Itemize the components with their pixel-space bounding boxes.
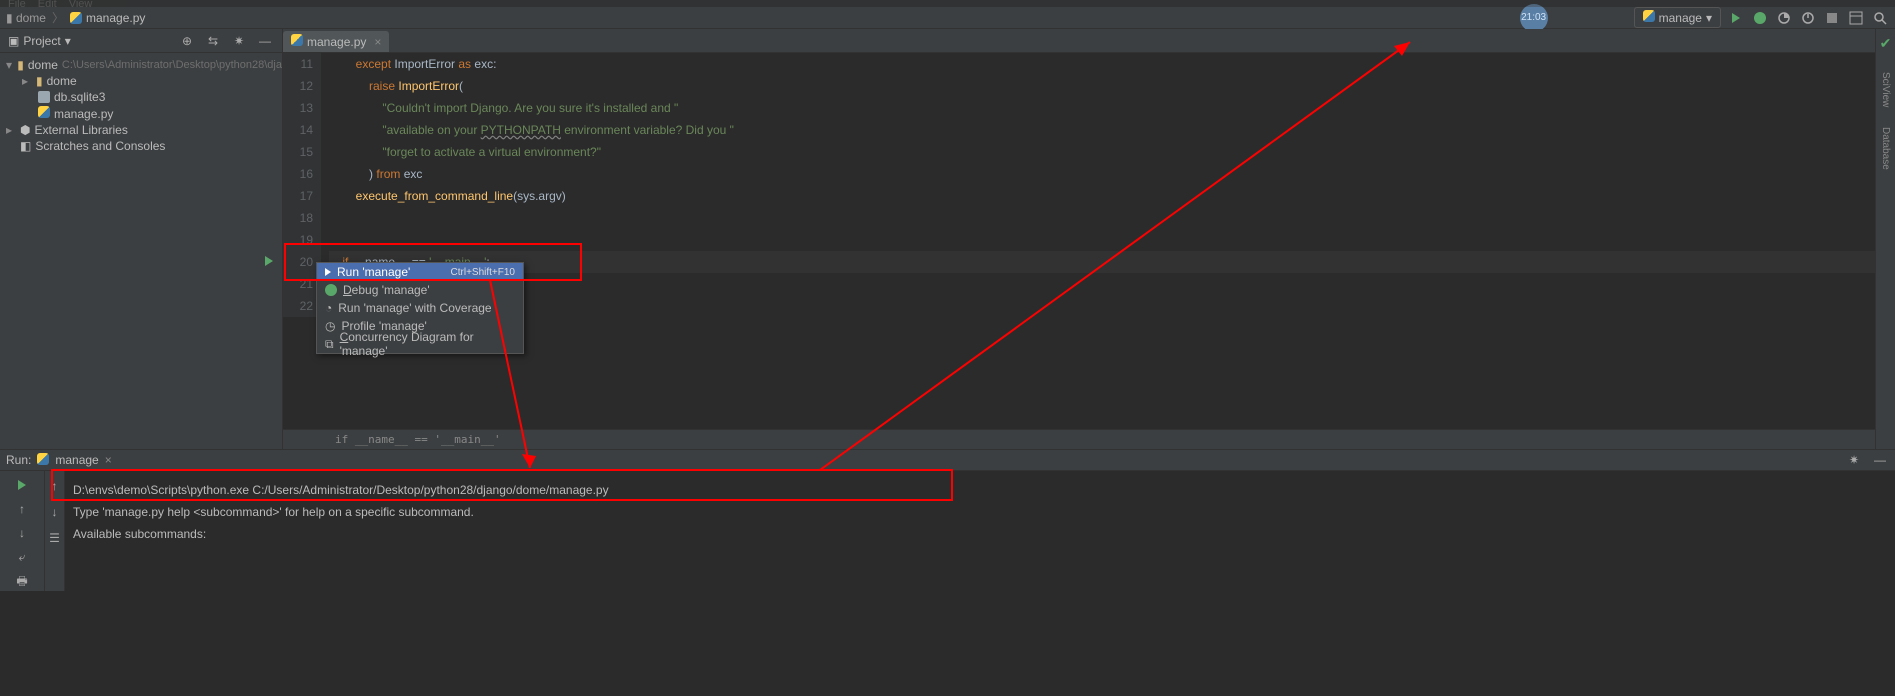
soft-wrap-icon[interactable]: ⤶ <box>13 549 31 565</box>
project-tree[interactable]: ▾▮ dome C:\Users\Administrator\Desktop\p… <box>0 53 282 158</box>
run-button[interactable] <box>1727 9 1745 27</box>
print-icon[interactable]: 🖶 <box>13 573 31 591</box>
hide-icon[interactable]: — <box>1871 451 1889 469</box>
tree-folder[interactable]: ▸▮ dome <box>0 73 282 89</box>
main-split: ▣ Project ▾ ⊕ ⇆ ✷ — ▾▮ dome C:\Users\Adm… <box>0 29 1895 449</box>
run-gutter-icon[interactable] <box>265 251 273 273</box>
layout-button[interactable] <box>1847 9 1865 27</box>
stop-button[interactable] <box>1823 9 1841 27</box>
hide-icon[interactable]: — <box>256 32 274 50</box>
python-icon <box>38 106 50 121</box>
run-with-coverage-button[interactable] <box>1775 9 1793 27</box>
chevron-down-icon[interactable]: ▾ <box>65 34 71 48</box>
up-icon[interactable]: ↑ <box>46 477 64 495</box>
python-icon <box>1643 10 1655 25</box>
debug-button[interactable] <box>1751 9 1769 27</box>
run-toolbar-2: ↑ ↓ ☰ <box>45 471 65 591</box>
run-toolwindow-header: Run: manage × ✷ — <box>0 449 1895 471</box>
gear-icon[interactable]: ✷ <box>230 32 248 50</box>
library-icon: ⬢ <box>20 123 30 137</box>
scroll-up-icon[interactable]: ↑ <box>13 501 31 517</box>
project-sidebar: ▣ Project ▾ ⊕ ⇆ ✷ — ▾▮ dome C:\Users\Adm… <box>0 29 283 449</box>
run-toolwindow: ↑ ↓ ⤶ 🖶 ↑ ↓ ☰ D:\envs\demo\Scripts\pytho… <box>0 471 1895 591</box>
breadcrumb-file[interactable]: manage.py <box>70 11 145 25</box>
tree-root[interactable]: ▾▮ dome C:\Users\Administrator\Desktop\p… <box>0 57 282 73</box>
diagram-icon: ⧉ <box>325 337 334 352</box>
run-icon <box>325 268 331 276</box>
tree-external-libs[interactable]: ▸⬢ External Libraries <box>0 122 282 138</box>
database-icon <box>38 91 50 103</box>
breadcrumb-root[interactable]: ▮ dome <box>6 11 46 25</box>
console-line: Type 'manage.py help <subcommand>' for h… <box>73 501 1895 523</box>
right-tool-rail: ✔ SciView Database <box>1875 29 1895 449</box>
run-config-selector[interactable]: manage ▾ <box>1634 7 1721 28</box>
ctx-debug[interactable]: Debug 'manage' <box>317 281 523 299</box>
close-icon[interactable]: × <box>105 453 112 467</box>
profile-icon: ◷ <box>325 319 335 333</box>
python-icon <box>291 34 303 49</box>
clock-widget[interactable]: 21:03 <box>1520 4 1548 32</box>
editor-tabs[interactable]: manage.py × <box>283 29 1895 53</box>
scroll-down-icon[interactable]: ↓ <box>13 525 31 541</box>
run-tab-label[interactable]: manage <box>55 453 98 467</box>
menu-item[interactable]: File <box>8 0 26 7</box>
console-line: Available subcommands: <box>73 523 1895 545</box>
console-line: D:\envs\demo\Scripts\python.exe C:/Users… <box>73 479 1895 501</box>
run-config-label: manage <box>1659 11 1702 25</box>
console-output[interactable]: D:\envs\demo\Scripts\python.exe C:/Users… <box>65 471 1895 591</box>
rerun-button[interactable] <box>13 477 31 493</box>
coverage-icon: ◔ <box>325 301 332 315</box>
scratch-icon: ◧ <box>20 139 31 153</box>
breadcrumb[interactable]: ▮ dome 〉 manage.py <box>6 9 145 26</box>
editor-breadcrumb[interactable]: if __name__ == '__main__' <box>283 429 1895 449</box>
editor-area: manage.py × 111213141516171819202122 exc… <box>283 29 1895 449</box>
ctx-run[interactable]: Run 'manage' Ctrl+Shift+F10 <box>317 263 523 281</box>
menu-item[interactable]: View <box>69 0 93 7</box>
search-everywhere-button[interactable] <box>1871 9 1889 27</box>
code-content[interactable]: except ImportError as exc: raise ImportE… <box>321 53 1895 317</box>
sidebar-title[interactable]: Project <box>23 34 60 48</box>
database-tool[interactable]: Database <box>1880 127 1891 170</box>
context-menu: Run 'manage' Ctrl+Shift+F10 Debug 'manag… <box>316 262 524 354</box>
chevron-down-icon: ▾ <box>1706 11 1712 25</box>
menu-item[interactable]: Edit <box>38 0 57 7</box>
code-editor[interactable]: 111213141516171819202122 except ImportEr… <box>283 53 1895 317</box>
navigation-bar: ▮ dome 〉 manage.py 21:03 manage ▾ <box>0 7 1895 29</box>
filter-icon[interactable]: ☰ <box>46 529 64 547</box>
ctx-coverage[interactable]: ◔ Run 'manage' with Coverage <box>317 299 523 317</box>
down-icon[interactable]: ↓ <box>46 503 64 521</box>
gear-icon[interactable]: ✷ <box>1845 451 1863 469</box>
tree-scratches[interactable]: ◧ Scratches and Consoles <box>0 138 282 154</box>
collapse-icon[interactable]: ⇆ <box>204 32 222 50</box>
bug-icon <box>325 284 337 296</box>
project-tool-icon: ▣ <box>8 34 19 48</box>
close-icon[interactable]: × <box>374 35 381 49</box>
tab-label: manage.py <box>307 35 366 49</box>
toolbar-right: 21:03 manage ▾ <box>1520 4 1889 32</box>
tree-db-file[interactable]: db.sqlite3 <box>0 89 282 105</box>
sciview-tool[interactable]: SciView <box>1880 72 1891 107</box>
inspection-ok-icon[interactable]: ✔ <box>1880 35 1892 52</box>
run-label: Run: <box>6 453 31 467</box>
python-icon <box>37 453 49 468</box>
tree-py-file[interactable]: manage.py <box>0 105 282 122</box>
profile-button[interactable] <box>1799 9 1817 27</box>
sidebar-header: ▣ Project ▾ ⊕ ⇆ ✷ — <box>0 29 282 53</box>
ctx-concurrency[interactable]: ⧉ Concurrency Diagram for 'manage' <box>317 335 523 353</box>
target-icon[interactable]: ⊕ <box>178 32 196 50</box>
run-toolbar: ↑ ↓ ⤶ 🖶 <box>0 471 45 591</box>
editor-tab[interactable]: manage.py × <box>283 31 389 52</box>
menubar[interactable]: File Edit View <box>0 0 1895 7</box>
